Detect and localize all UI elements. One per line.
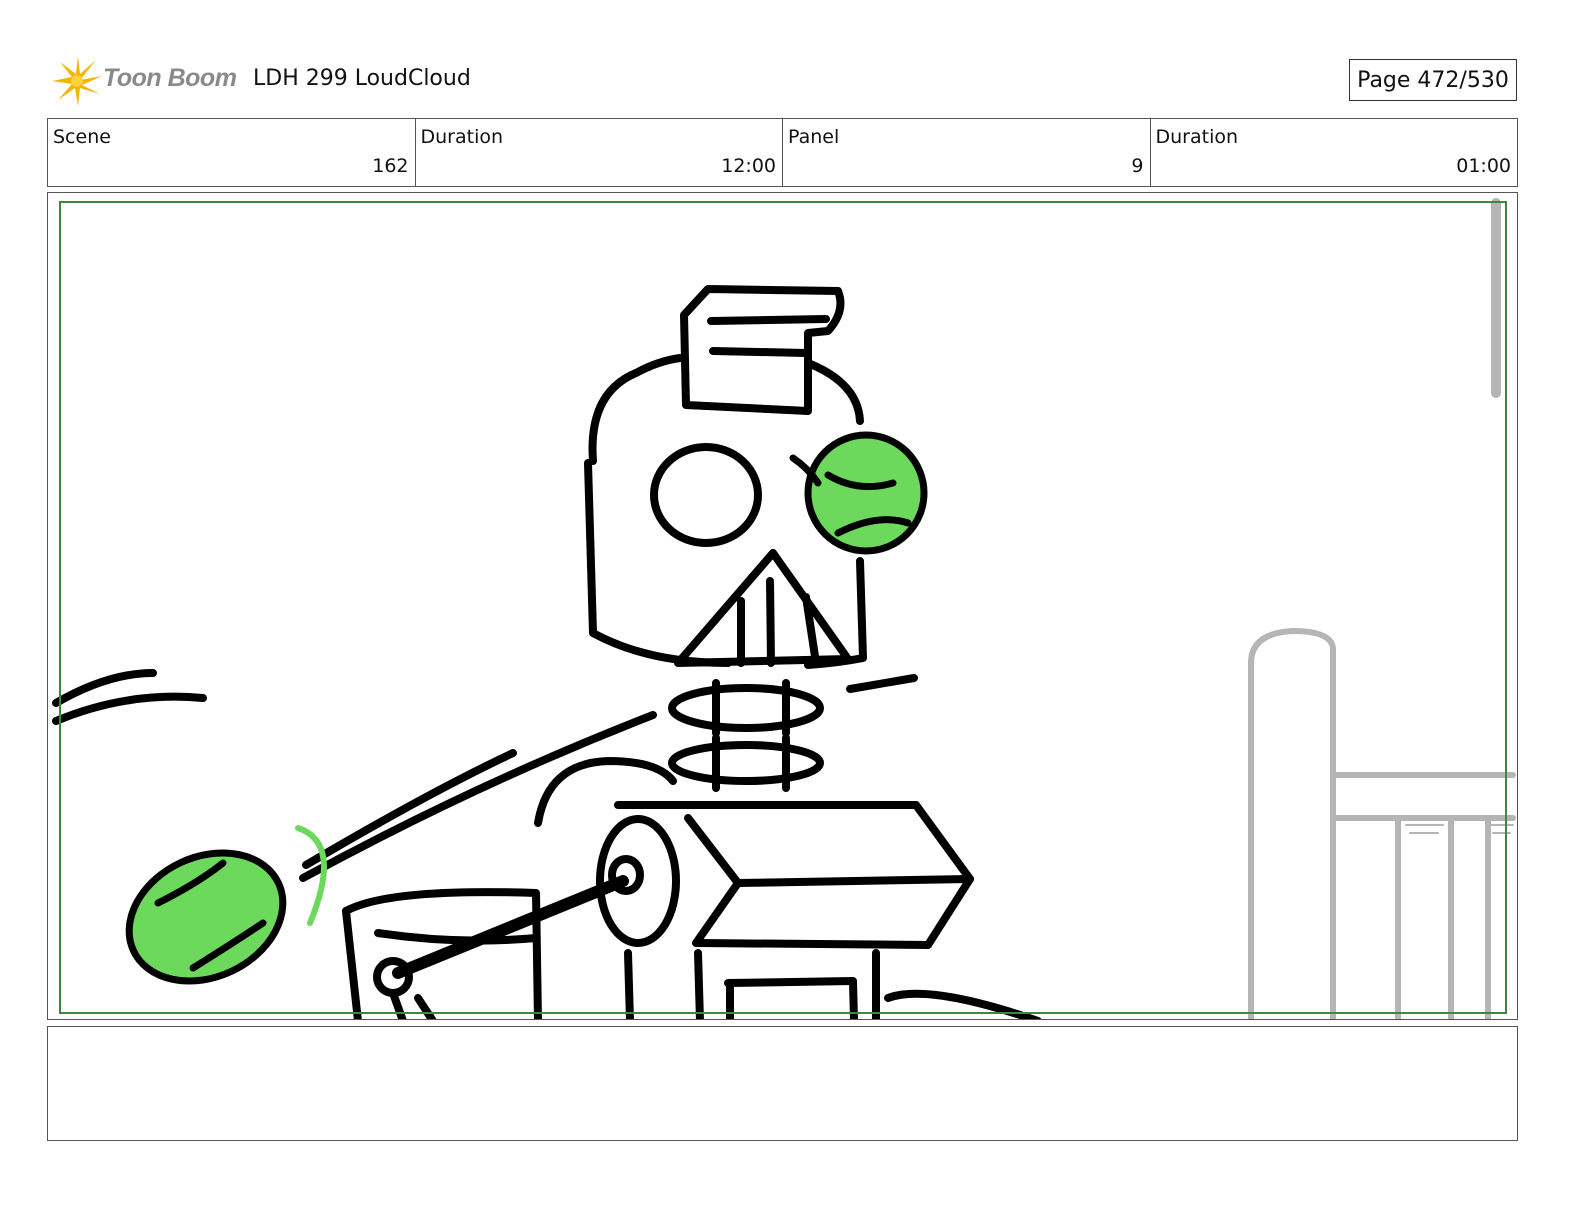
scene-duration-value: 12:00 bbox=[721, 155, 776, 177]
info-table: Scene 162 Duration 12:00 Panel 9 Duratio… bbox=[47, 118, 1518, 187]
scene-duration-cell: Duration 12:00 bbox=[416, 119, 783, 186]
panel-notes[interactable] bbox=[47, 1026, 1518, 1141]
panel-label: Panel bbox=[788, 126, 840, 148]
scene-label: Scene bbox=[53, 126, 111, 148]
panel-drawing bbox=[52, 198, 1516, 1019]
scene-duration-label: Duration bbox=[420, 126, 504, 148]
scene-cell: Scene 162 bbox=[48, 119, 416, 186]
panel-duration-label: Duration bbox=[1155, 126, 1239, 148]
scene-value: 162 bbox=[372, 155, 409, 177]
panel-duration-cell: Duration 01:00 bbox=[1151, 119, 1518, 186]
panel-value: 9 bbox=[1131, 155, 1144, 177]
storyboard-panel bbox=[47, 192, 1518, 1020]
project-title: LDH 299 LoudCloud bbox=[253, 66, 471, 91]
tennis-ball-head bbox=[789, 431, 928, 555]
toon-boom-starburst-icon bbox=[52, 56, 102, 106]
toon-boom-logo: Toon Boom bbox=[50, 54, 240, 108]
logo-text: Toon Boom bbox=[103, 64, 237, 92]
page-indicator: Page 472/530 bbox=[1349, 59, 1517, 101]
background-fence bbox=[1248, 198, 1516, 1019]
panel-cell: Panel 9 bbox=[783, 119, 1151, 186]
tennis-ball-flying bbox=[125, 825, 327, 985]
panel-duration-value: 01:00 bbox=[1456, 155, 1511, 177]
